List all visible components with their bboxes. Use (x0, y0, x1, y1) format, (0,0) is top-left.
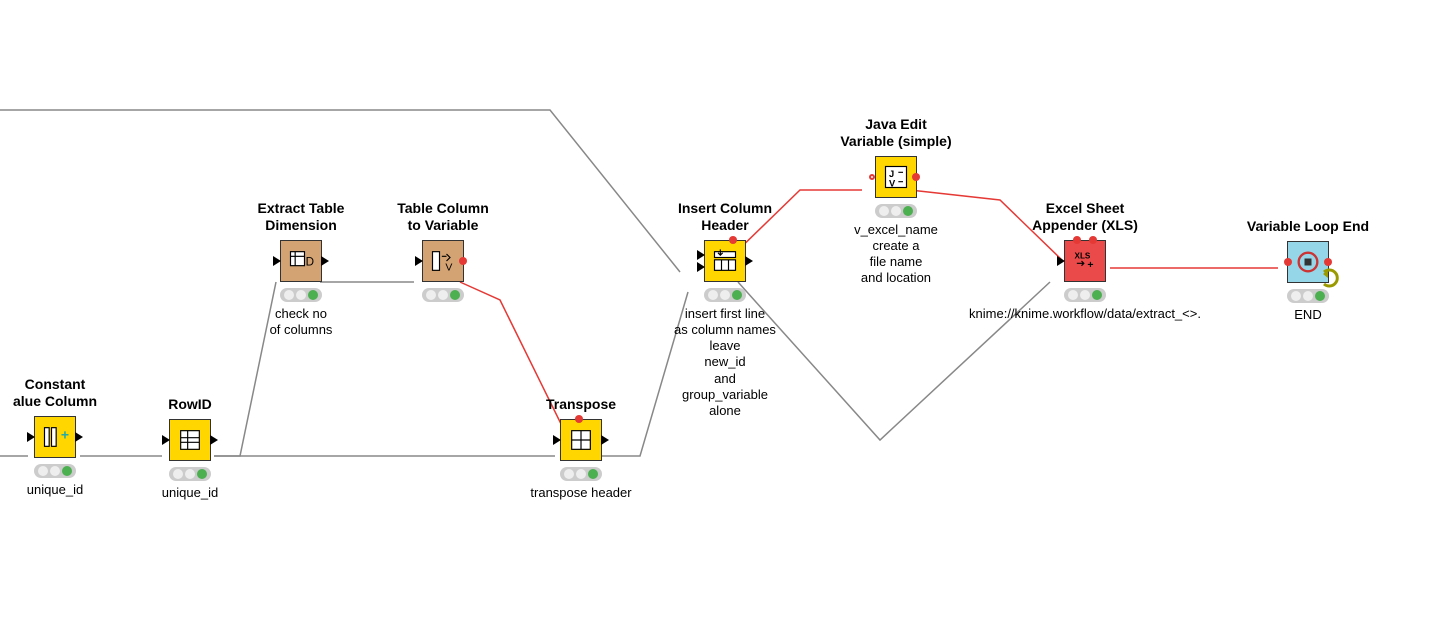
status-indicator (422, 288, 464, 302)
node-extract-table-dimension[interactable]: Extract Table Dimension D check no of co… (236, 200, 366, 338)
status-indicator (704, 288, 746, 302)
java-variable-icon: JV (882, 163, 910, 191)
svg-text:V: V (445, 261, 452, 273)
node-body[interactable] (704, 240, 746, 282)
column-to-variable-icon: V (429, 247, 457, 275)
node-body[interactable] (169, 419, 211, 461)
node-body[interactable] (1287, 241, 1329, 283)
node-transpose[interactable]: Transpose transpose header (516, 396, 646, 501)
node-desc: unique_id (162, 485, 218, 501)
node-title: RowID (168, 396, 212, 413)
node-title: Java Edit Variable (simple) (840, 116, 951, 150)
status-indicator (1064, 288, 1106, 302)
node-title: Excel Sheet Appender (XLS) (1032, 200, 1138, 234)
node-body[interactable]: V (422, 240, 464, 282)
column-header-icon (711, 247, 739, 275)
column-add-icon: + (41, 423, 69, 451)
node-desc: unique_id (27, 482, 83, 498)
node-variable-loop-end[interactable]: Variable Loop End END (1228, 218, 1388, 323)
node-title: Variable Loop End (1247, 218, 1369, 235)
status-indicator (169, 467, 211, 481)
node-title: Insert Column Header (678, 200, 772, 234)
node-insert-column-header[interactable]: Insert Column Header insert first line a… (650, 200, 800, 419)
loop-arrow-icon (1322, 268, 1342, 288)
workflow-canvas[interactable]: Constant alue Column + unique_id RowID u… (0, 0, 1444, 644)
svg-text:V: V (889, 178, 896, 188)
xls-icon: XLS+ (1071, 247, 1099, 275)
status-indicator (1287, 289, 1329, 303)
node-title: Constant alue Column (13, 376, 97, 410)
node-rowid[interactable]: RowID unique_id (140, 396, 240, 501)
table-dimension-icon: D (287, 247, 315, 275)
node-table-column-to-variable[interactable]: Table Column to Variable V (378, 200, 508, 302)
node-body[interactable]: JV (875, 156, 917, 198)
node-title: Transpose (546, 396, 616, 413)
svg-text:+: + (61, 426, 69, 442)
node-body[interactable] (560, 419, 602, 461)
node-title: Extract Table Dimension (258, 200, 345, 234)
node-excel-sheet-appender[interactable]: Excel Sheet Appender (XLS) XLS+ knime://… (970, 200, 1200, 322)
svg-text:D: D (306, 255, 314, 268)
node-desc: check no of columns (270, 306, 333, 339)
transpose-icon (567, 426, 595, 454)
status-indicator (875, 204, 917, 218)
node-body[interactable]: D (280, 240, 322, 282)
rowid-icon (176, 426, 204, 454)
node-desc: END (1294, 307, 1321, 323)
status-indicator (34, 464, 76, 478)
node-desc: v_excel_name create a file name and loca… (854, 222, 938, 287)
node-java-edit-variable[interactable]: Java Edit Variable (simple) JV v_excel_n… (816, 116, 976, 287)
node-body[interactable]: XLS+ (1064, 240, 1106, 282)
node-desc: transpose header (530, 485, 631, 501)
svg-text:+: + (1087, 259, 1093, 271)
status-indicator (280, 288, 322, 302)
node-desc: knime://knime.workflow/data/extract_<>. (969, 306, 1201, 322)
node-body[interactable]: + (34, 416, 76, 458)
node-desc: insert first line as column names leave … (674, 306, 776, 420)
node-constant-value-column[interactable]: Constant alue Column + unique_id (0, 376, 110, 498)
status-indicator (560, 467, 602, 481)
node-title: Table Column to Variable (397, 200, 489, 234)
loop-end-icon (1294, 248, 1322, 276)
